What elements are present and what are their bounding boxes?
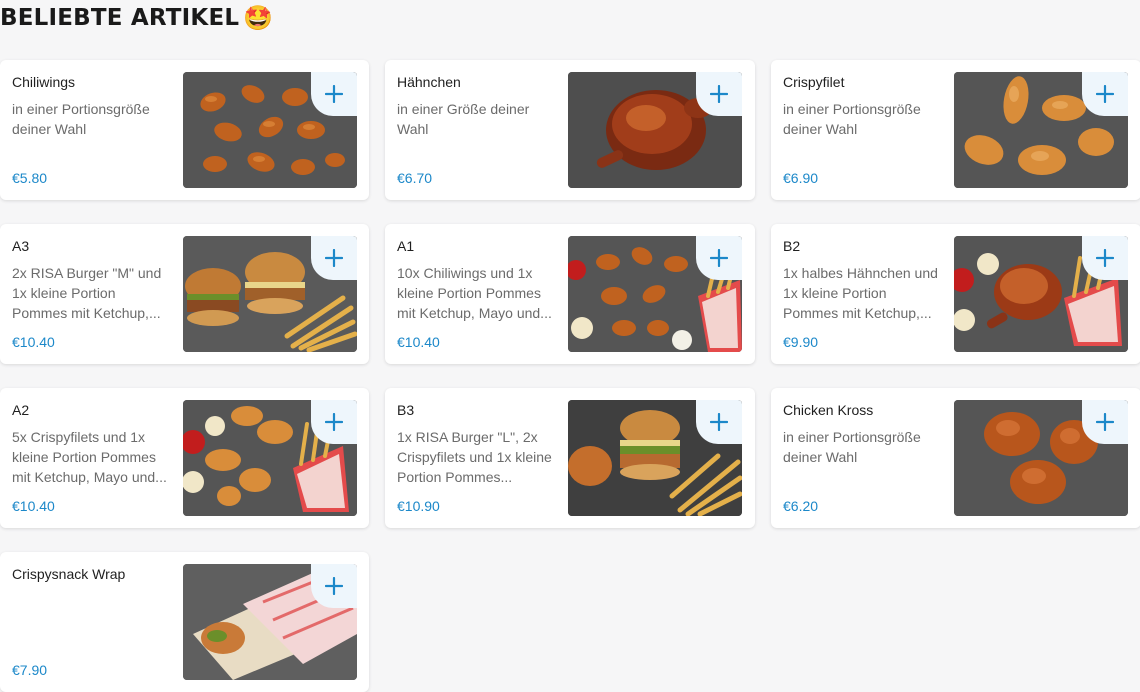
- add-to-cart-button[interactable]: [311, 72, 357, 116]
- section-heading: BELIEBTE ARTIKEL 🤩: [0, 2, 273, 34]
- plus-icon: [325, 85, 343, 103]
- add-to-cart-button[interactable]: [311, 400, 357, 444]
- product-card-a3[interactable]: A3 2x RISA Burger "M" und 1x kleine Port…: [0, 224, 369, 364]
- product-name: Crispyfilet: [783, 74, 845, 90]
- product-description: 10x Chiliwings und 1x kleine Portion Pom…: [397, 265, 552, 321]
- product-name: Crispysnack Wrap: [12, 566, 126, 582]
- plus-icon: [325, 577, 343, 595]
- add-to-cart-button[interactable]: [696, 400, 742, 444]
- add-to-cart-button[interactable]: [696, 72, 742, 116]
- plus-icon: [710, 413, 728, 431]
- add-to-cart-button[interactable]: [311, 564, 357, 608]
- product-description: 5x Crispyfilets und 1x kleine Portion Po…: [12, 429, 167, 485]
- add-to-cart-button[interactable]: [311, 236, 357, 280]
- product-description: 2x RISA Burger "M" und 1x kleine Portion…: [12, 265, 162, 321]
- product-card-chiliwings[interactable]: Chiliwings in einer Portionsgröße deiner…: [0, 60, 369, 200]
- product-price: €6.90: [783, 170, 819, 186]
- add-to-cart-button[interactable]: [696, 236, 742, 280]
- plus-icon: [1096, 85, 1114, 103]
- section-title: BELIEBTE ARTIKEL: [0, 5, 240, 31]
- add-to-cart-button[interactable]: [1082, 236, 1128, 280]
- plus-icon: [325, 413, 343, 431]
- product-price: €6.70: [397, 170, 433, 186]
- product-card-chicken-kross[interactable]: Chicken Kross in einer Portionsgröße dei…: [771, 388, 1140, 528]
- add-to-cart-button[interactable]: [1082, 72, 1128, 116]
- plus-icon: [1096, 413, 1114, 431]
- product-name: B3: [397, 402, 415, 418]
- product-name: A1: [397, 238, 415, 254]
- product-description: in einer Portionsgröße deiner Wahl: [783, 429, 921, 465]
- product-card-a2[interactable]: A2 5x Crispyfilets und 1x kleine Portion…: [0, 388, 369, 528]
- product-price: €10.40: [12, 334, 55, 350]
- product-grid: Chiliwings in einer Portionsgröße deiner…: [0, 60, 1140, 692]
- product-card-crispyfilet[interactable]: Crispyfilet in einer Portionsgröße deine…: [771, 60, 1140, 200]
- product-description: in einer Größe deiner Wahl: [397, 101, 530, 137]
- product-price: €9.90: [783, 334, 819, 350]
- product-card-a1[interactable]: A1 10x Chiliwings und 1x kleine Portion …: [385, 224, 755, 364]
- product-name: B2: [783, 238, 801, 254]
- product-price: €6.20: [783, 498, 819, 514]
- product-card-crispysnack-wrap[interactable]: Crispysnack Wrap €7.90: [0, 552, 369, 692]
- product-name: Hähnchen: [397, 74, 461, 90]
- product-card-b2[interactable]: B2 1x halbes Hähnchen und 1x kleine Port…: [771, 224, 1140, 364]
- plus-icon: [710, 249, 728, 267]
- product-description: 1x RISA Burger "L", 2x Crispyfilets und …: [397, 429, 552, 485]
- product-price: €10.40: [12, 498, 55, 514]
- add-to-cart-button[interactable]: [1082, 400, 1128, 444]
- plus-icon: [325, 249, 343, 267]
- product-name: Chicken Kross: [783, 402, 874, 418]
- product-name: A2: [12, 402, 30, 418]
- product-description: in einer Portionsgröße deiner Wahl: [783, 101, 921, 137]
- product-description: 1x halbes Hähnchen und 1x kleine Portion…: [783, 265, 938, 321]
- star-struck-emoji-icon: 🤩: [243, 4, 274, 32]
- product-price: €5.80: [12, 170, 48, 186]
- product-price: €10.90: [397, 498, 440, 514]
- product-price: €7.90: [12, 662, 48, 678]
- product-name: Chiliwings: [12, 74, 76, 90]
- product-card-haehnchen[interactable]: Hähnchen in einer Größe deiner Wahl €6.7…: [385, 60, 755, 200]
- product-name: A3: [12, 238, 30, 254]
- plus-icon: [710, 85, 728, 103]
- plus-icon: [1096, 249, 1114, 267]
- product-description: in einer Portionsgröße deiner Wahl: [12, 101, 150, 137]
- product-card-b3[interactable]: B3 1x RISA Burger "L", 2x Crispyfilets u…: [385, 388, 755, 528]
- product-price: €10.40: [397, 334, 440, 350]
